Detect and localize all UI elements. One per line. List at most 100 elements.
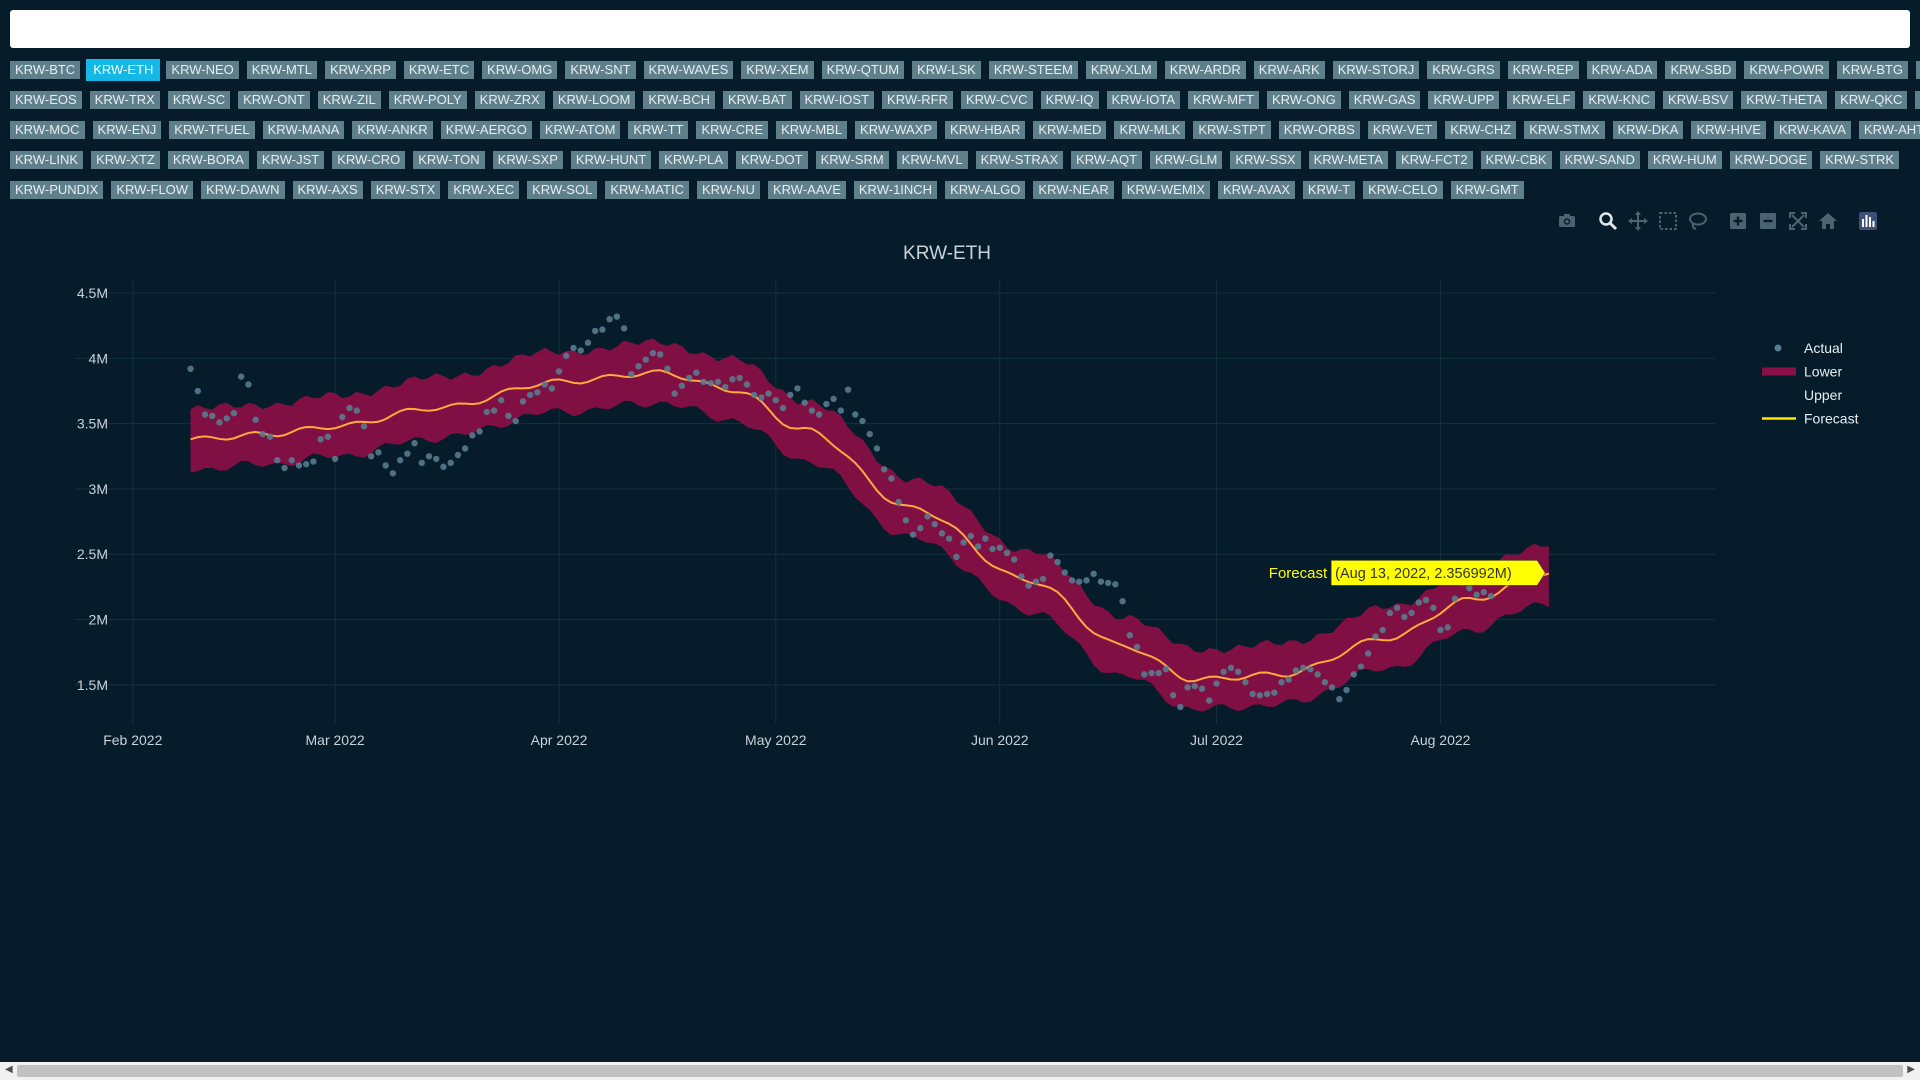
- ticker-button-krw-btg[interactable]: KRW-BTG: [1837, 61, 1908, 79]
- lasso-icon[interactable]: [1687, 210, 1709, 232]
- ticker-button-krw-mana[interactable]: KRW-MANA: [262, 121, 345, 139]
- ticker-button-krw-knc[interactable]: KRW-KNC: [1583, 91, 1656, 109]
- ticker-button-krw-eth[interactable]: KRW-ETH: [88, 61, 159, 79]
- ticker-button-krw-hive[interactable]: KRW-HIVE: [1691, 121, 1766, 139]
- ticker-button-krw-meta[interactable]: KRW-META: [1308, 151, 1388, 169]
- zoom-icon[interactable]: [1597, 210, 1619, 232]
- ticker-button-krw-bat[interactable]: KRW-BAT: [722, 91, 792, 109]
- reset-axes-icon[interactable]: [1817, 210, 1839, 232]
- ticker-button-krw-algo[interactable]: KRW-ALGO: [945, 181, 1026, 199]
- ticker-button-krw-near[interactable]: KRW-NEAR: [1033, 181, 1114, 199]
- ticker-button-krw-ong[interactable]: KRW-ONG: [1266, 91, 1341, 109]
- ticker-button-krw-bora[interactable]: KRW-BORA: [167, 151, 249, 169]
- autoscale-icon[interactable]: [1787, 210, 1809, 232]
- ticker-button-krw-avax[interactable]: KRW-AVAX: [1217, 181, 1295, 199]
- ticker-button-krw-1inch[interactable]: KRW-1INCH: [853, 181, 938, 199]
- ticker-button-krw-sbd[interactable]: KRW-SBD: [1665, 61, 1737, 79]
- ticker-button-krw-sxp[interactable]: KRW-SXP: [492, 151, 563, 169]
- ticker-button-krw-theta[interactable]: KRW-THETA: [1741, 91, 1828, 109]
- ticker-button-krw-aave[interactable]: KRW-AAVE: [767, 181, 846, 199]
- ticker-button-krw-btc[interactable]: KRW-BTC: [10, 61, 81, 79]
- ticker-button-krw-cbk[interactable]: KRW-CBK: [1480, 151, 1552, 169]
- ticker-button-krw-vet[interactable]: KRW-VET: [1367, 121, 1438, 139]
- ticker-button-krw-upp[interactable]: KRW-UPP: [1428, 91, 1500, 109]
- ticker-button-krw-ton[interactable]: KRW-TON: [413, 151, 485, 169]
- ticker-button-krw-atom[interactable]: KRW-ATOM: [539, 121, 621, 139]
- ticker-button-krw-strk[interactable]: KRW-STRK: [1820, 151, 1900, 169]
- scroll-right-icon[interactable]: ▶: [1907, 1064, 1915, 1075]
- ticker-button-krw-hunt[interactable]: KRW-HUNT: [570, 151, 652, 169]
- zoom-out-icon[interactable]: [1757, 210, 1779, 232]
- ticker-button-krw-pla[interactable]: KRW-PLA: [659, 151, 728, 169]
- ticker-button-krw-poly[interactable]: KRW-POLY: [388, 91, 467, 109]
- ticker-button-krw-dot[interactable]: KRW-DOT: [735, 151, 808, 169]
- ticker-button-krw-hbar[interactable]: KRW-HBAR: [945, 121, 1026, 139]
- ticker-button-krw-celo[interactable]: KRW-CELO: [1363, 181, 1443, 199]
- ticker-button-krw-cro[interactable]: KRW-CRO: [332, 151, 406, 169]
- ticker-button-krw-ardr[interactable]: KRW-ARDR: [1164, 61, 1246, 79]
- horizontal-scrollbar[interactable]: ◀ ▶: [0, 1062, 1920, 1080]
- ticker-button-krw-grs[interactable]: KRW-GRS: [1427, 61, 1500, 79]
- ticker-button-krw-aergo[interactable]: KRW-AERGO: [440, 121, 532, 139]
- ticker-button-krw-glm[interactable]: KRW-GLM: [1150, 151, 1223, 169]
- camera-icon[interactable]: [1556, 210, 1578, 232]
- ticker-button-krw-iota[interactable]: KRW-IOTA: [1106, 91, 1181, 109]
- zoom-in-icon[interactable]: [1727, 210, 1749, 232]
- ticker-button-krw-med[interactable]: KRW-MED: [1033, 121, 1107, 139]
- ticker-button-krw-iq[interactable]: KRW-IQ: [1040, 91, 1099, 109]
- pan-icon[interactable]: [1627, 210, 1649, 232]
- ticker-button-krw-sand[interactable]: KRW-SAND: [1559, 151, 1640, 169]
- ticker-button-krw-cre[interactable]: KRW-CRE: [696, 121, 769, 139]
- ticker-button-krw-moc[interactable]: KRW-MOC: [10, 121, 85, 139]
- ticker-button-krw-bsv[interactable]: KRW-BSV: [1663, 91, 1734, 109]
- scroll-left-icon[interactable]: ◀: [5, 1064, 13, 1075]
- ticker-button-krw-xem[interactable]: KRW-XEM: [741, 61, 814, 79]
- ticker-button-krw-aht[interactable]: KRW-AHT: [1858, 121, 1920, 139]
- ticker-button-krw-nu[interactable]: KRW-NU: [696, 181, 760, 199]
- ticker-button-krw-matic[interactable]: KRW-MATIC: [605, 181, 689, 199]
- ticker-button-krw-hum[interactable]: KRW-HUM: [1647, 151, 1722, 169]
- ticker-button-krw-flow[interactable]: KRW-FLOW: [111, 181, 194, 199]
- ticker-button-krw-wemix[interactable]: KRW-WEMIX: [1121, 181, 1210, 199]
- ticker-button-krw-sc[interactable]: KRW-SC: [167, 91, 231, 109]
- ticker-button-krw-dawn[interactable]: KRW-DAWN: [201, 181, 285, 199]
- ticker-button-krw-storj[interactable]: KRW-STORJ: [1332, 61, 1420, 79]
- ticker-button-krw-stmx[interactable]: KRW-STMX: [1524, 121, 1605, 139]
- ticker-button-krw-powr[interactable]: KRW-POWR: [1744, 61, 1830, 79]
- ticker-button-krw-ont[interactable]: KRW-ONT: [238, 91, 310, 109]
- ticker-button-krw-snt[interactable]: KRW-SNT: [565, 61, 636, 79]
- ticker-button-krw-omg[interactable]: KRW-OMG: [482, 61, 558, 79]
- ticker-button-krw-stx[interactable]: KRW-STX: [370, 181, 441, 199]
- ticker-button-krw-kava[interactable]: KRW-KAVA: [1773, 121, 1851, 139]
- ticker-button-krw-btt[interactable]: KRW-BTT: [1915, 91, 1920, 109]
- ticker-button-krw-ssx[interactable]: KRW-SSX: [1230, 151, 1301, 169]
- ticker-button-krw-elf[interactable]: KRW-ELF: [1507, 91, 1576, 109]
- ticker-button-krw-orbs[interactable]: KRW-ORBS: [1278, 121, 1360, 139]
- ticker-button-krw-xrp[interactable]: KRW-XRP: [324, 61, 396, 79]
- ticker-button-krw-etc[interactable]: KRW-ETC: [403, 61, 475, 79]
- ticker-button-krw-ark[interactable]: KRW-ARK: [1253, 61, 1325, 79]
- ticker-button-krw-ankr[interactable]: KRW-ANKR: [352, 121, 433, 139]
- ticker-button-krw-ada[interactable]: KRW-ADA: [1586, 61, 1658, 79]
- ticker-button-krw-mbl[interactable]: KRW-MBL: [776, 121, 848, 139]
- ticker-button-krw-mtl[interactable]: KRW-MTL: [246, 61, 317, 79]
- ticker-button-krw-strax[interactable]: KRW-STRAX: [975, 151, 1064, 169]
- ticker-button-krw-rfr[interactable]: KRW-RFR: [882, 91, 953, 109]
- ticker-button-krw-fct2[interactable]: KRW-FCT2: [1395, 151, 1473, 169]
- ticker-button-krw-link[interactable]: KRW-LINK: [10, 151, 84, 169]
- ticker-button-krw-mlk[interactable]: KRW-MLK: [1114, 121, 1186, 139]
- ticker-button-krw-gas[interactable]: KRW-GAS: [1348, 91, 1421, 109]
- ticker-button-krw-lsk[interactable]: KRW-LSK: [912, 61, 981, 79]
- ticker-button-krw-tfuel[interactable]: KRW-TFUEL: [169, 121, 255, 139]
- ticker-button-krw-doge[interactable]: KRW-DOGE: [1729, 151, 1813, 169]
- ticker-button-krw-cvc[interactable]: KRW-CVC: [960, 91, 1033, 109]
- scrollbar-thumb[interactable]: [17, 1065, 1903, 1077]
- ticker-button-krw-stpt[interactable]: KRW-STPT: [1193, 121, 1271, 139]
- ticker-button-krw-sol[interactable]: KRW-SOL: [527, 181, 598, 199]
- ticker-button-krw-enj[interactable]: KRW-ENJ: [92, 121, 162, 139]
- ticker-button-krw-qtum[interactable]: KRW-QTUM: [821, 61, 905, 79]
- ticker-button-krw-qkc[interactable]: KRW-QKC: [1835, 91, 1908, 109]
- ticker-button-krw-rep[interactable]: KRW-REP: [1507, 61, 1579, 79]
- plotly-logo-icon[interactable]: [1857, 210, 1879, 232]
- ticker-button-krw-neo[interactable]: KRW-NEO: [166, 61, 239, 79]
